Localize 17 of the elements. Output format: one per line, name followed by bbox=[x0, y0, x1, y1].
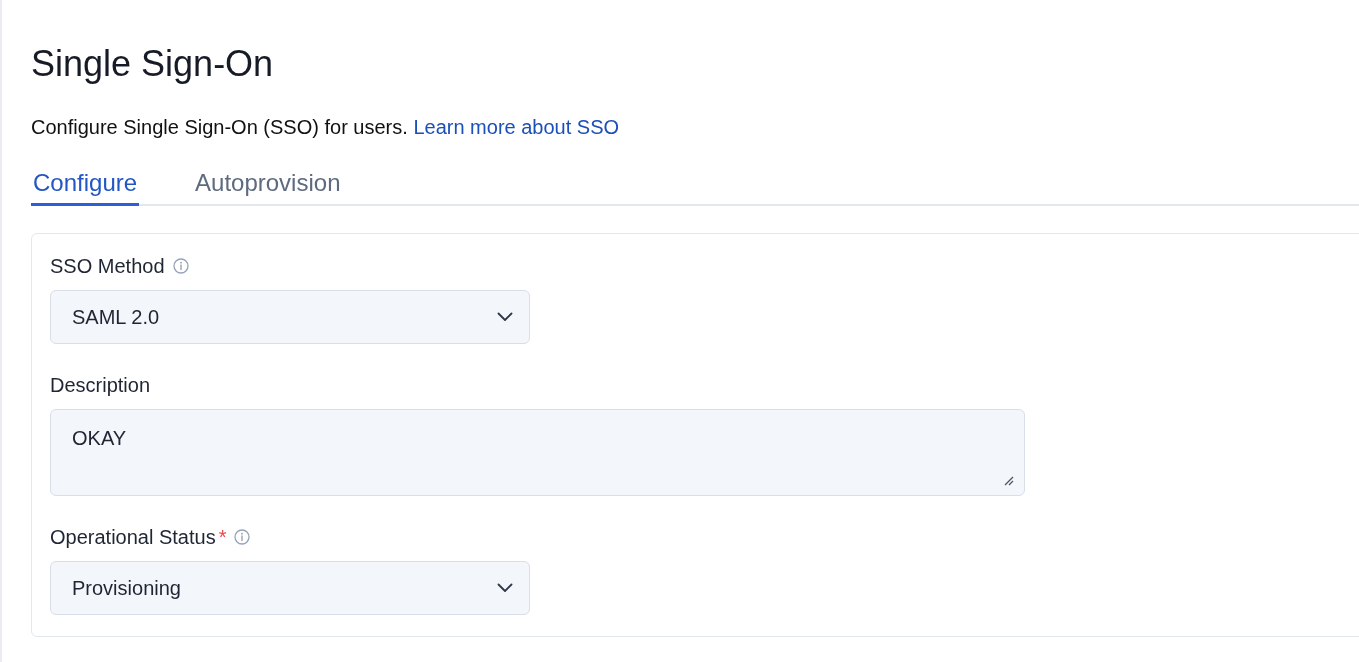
chevron-down-icon bbox=[497, 583, 513, 593]
textarea-field[interactable]: OKAY bbox=[50, 409, 1025, 496]
required-asterisk: * bbox=[218, 525, 227, 550]
tab[interactable]: Autoprovision bbox=[193, 168, 343, 206]
field-label: Description bbox=[50, 373, 151, 398]
resize-handle-icon[interactable] bbox=[1004, 476, 1014, 486]
page-title: Single Sign-On bbox=[31, 42, 275, 86]
select-field[interactable]: Provisioning bbox=[50, 561, 530, 615]
info-icon[interactable] bbox=[234, 529, 251, 545]
learn-more-link[interactable]: Learn more about SSO bbox=[413, 116, 620, 138]
chevron-down-icon bbox=[497, 312, 513, 322]
field-label: SSO Method bbox=[50, 254, 165, 279]
info-icon[interactable] bbox=[172, 258, 189, 274]
tab[interactable]: Configure bbox=[31, 168, 140, 206]
page-description: Configure Single Sign-On (SSO) for users. Learn more about SSO bbox=[31, 115, 621, 140]
field-label: Operational Status bbox=[50, 525, 216, 550]
select-field[interactable]: SAML 2.0 bbox=[50, 290, 530, 344]
